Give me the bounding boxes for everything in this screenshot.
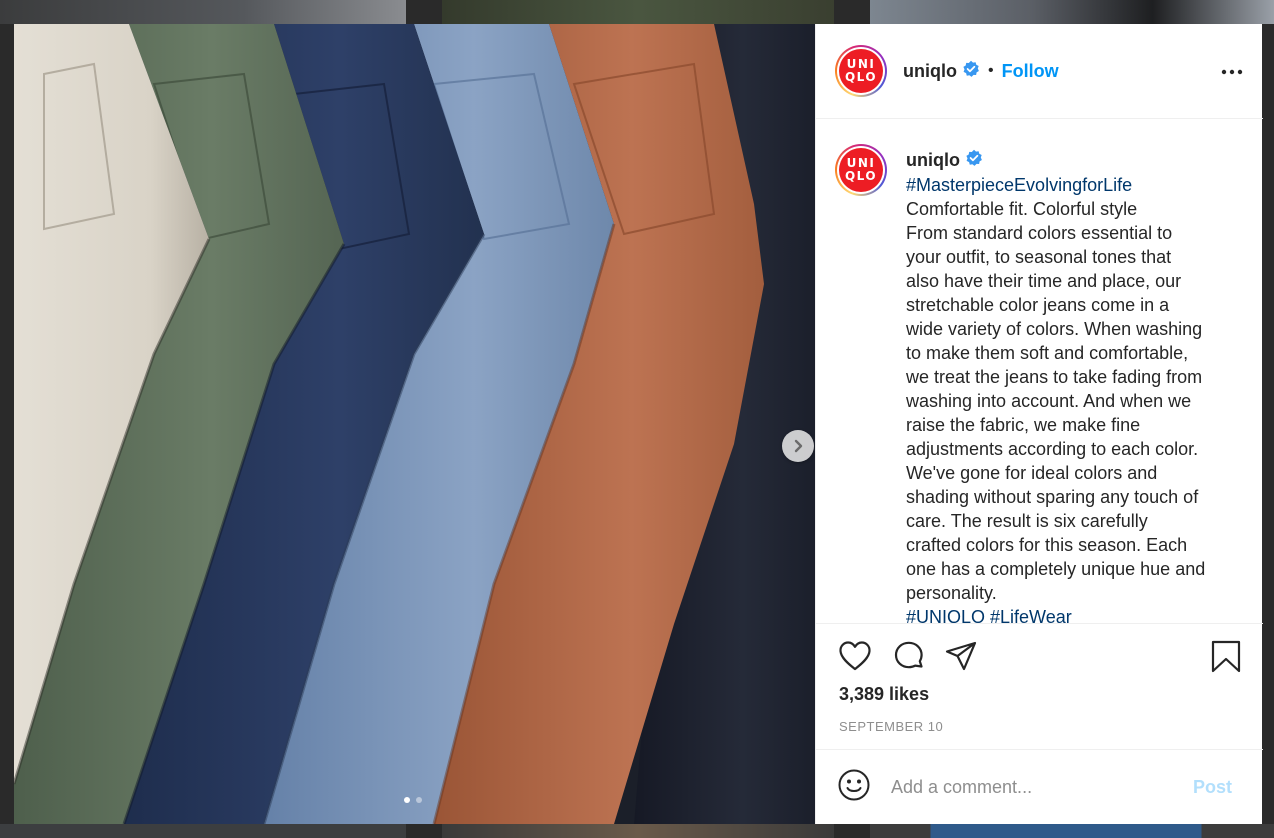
caption-text: uniqlo #MasterpieceEvolvingforLife Comfo…	[906, 148, 1251, 624]
caption-line: crafted colors for this season. Each	[906, 535, 1188, 556]
background-tile-4	[0, 824, 406, 838]
comment-icon[interactable]	[892, 640, 926, 677]
caption-line: stretchable color jeans come in a	[906, 295, 1170, 316]
verified-badge-icon	[965, 149, 983, 173]
jeans-photo	[14, 24, 815, 824]
post-comment-button[interactable]: Post	[1193, 777, 1232, 798]
comment-bar: Post	[816, 749, 1263, 824]
caption-line: we treat the jeans to take fading from	[906, 367, 1203, 388]
uniqlo-logo: UNI QLO	[839, 148, 883, 192]
bookmark-icon[interactable]	[1211, 640, 1241, 679]
chevron-right-icon	[794, 439, 803, 453]
logo-text-bottom: QLO	[844, 169, 878, 183]
caption-area: UNI QLO uniqlo #MasterpieceEvolvingforLi…	[816, 120, 1263, 624]
background-tile-6	[870, 824, 1274, 838]
caption-line: wide variety of colors. When washing	[906, 319, 1203, 340]
next-image-button[interactable]	[782, 430, 814, 462]
carousel-dot-2	[416, 797, 422, 803]
caption-line: one has a completely unique hue and	[906, 559, 1206, 580]
caption-avatar[interactable]: UNI QLO	[835, 144, 887, 196]
caption-line: We've gone for ideal colors and	[906, 463, 1158, 484]
verified-badge-icon	[962, 60, 980, 83]
emoji-icon[interactable]	[837, 768, 871, 807]
caption-line: From standard colors essential to	[906, 223, 1173, 244]
header-username[interactable]: uniqlo	[903, 61, 957, 82]
caption-line: care. The result is six carefully	[906, 511, 1148, 532]
post-details-panel: UNI QLO uniqlo • Follow UNI QLO uniqlo #…	[815, 24, 1263, 824]
more-options-icon[interactable]	[1221, 62, 1243, 80]
share-icon[interactable]	[944, 640, 978, 677]
caption-line: raise the fabric, we make fine	[906, 415, 1141, 436]
caption-hashtags-bottom[interactable]: #UNIQLO #LifeWear	[906, 605, 1251, 624]
post-header: UNI QLO uniqlo • Follow	[816, 24, 1263, 119]
background-tile-1	[0, 0, 406, 24]
carousel-indicator	[404, 797, 422, 803]
likes-count[interactable]: 3,389 likes	[839, 684, 929, 705]
avatar[interactable]: UNI QLO	[835, 45, 887, 97]
caption-line: personality.	[906, 583, 997, 604]
background-tile-2	[442, 0, 834, 24]
uniqlo-logo: UNI QLO	[839, 49, 883, 93]
separator-dot: •	[987, 62, 994, 79]
logo-text-bottom: QLO	[844, 70, 878, 84]
follow-button[interactable]: Follow	[1002, 61, 1059, 82]
heart-icon[interactable]	[838, 640, 872, 677]
post-actions: 3,389 likes SEPTEMBER 10	[816, 623, 1263, 749]
caption-line: also have their time and place, our	[906, 271, 1182, 292]
caption-username[interactable]: uniqlo	[906, 150, 960, 170]
background-tile-5	[442, 824, 834, 838]
post-date[interactable]: SEPTEMBER 10	[839, 719, 943, 734]
carousel-dot-1	[404, 797, 410, 803]
caption-hashtag-link[interactable]: #MasterpieceEvolvingforLife	[906, 173, 1251, 197]
post-image[interactable]	[14, 24, 815, 824]
comment-input[interactable]	[891, 776, 1181, 798]
caption-line: to make them soft and comfortable,	[906, 343, 1189, 364]
caption-line: Comfortable fit. Colorful style	[906, 199, 1138, 220]
caption-line: your outfit, to seasonal tones that	[906, 247, 1172, 268]
caption-line: shading without sparing any touch of	[906, 487, 1199, 508]
caption-line: adjustments according to each color.	[906, 439, 1199, 460]
caption-line: washing into account. And when we	[906, 391, 1192, 412]
background-tile-3	[870, 0, 1274, 24]
